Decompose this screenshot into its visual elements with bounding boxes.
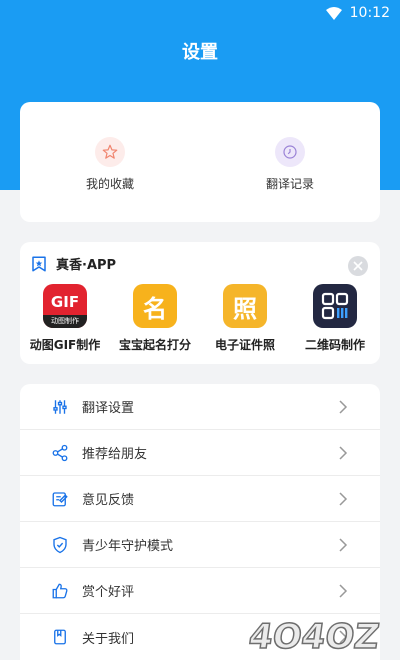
favorites-label: 我的收藏 [85, 176, 134, 191]
gif-maker-icon: GIF 动图制作 [43, 284, 87, 328]
id-photo-icon: 照 [223, 284, 267, 328]
sliders-icon [50, 397, 70, 417]
thumbs-up-icon [50, 581, 70, 601]
clock-icon [275, 136, 305, 167]
promo-card: 真香·APP GIF 动图制作 动图GIF制作 名 宝宝起名打分 照 电子证件照 [20, 242, 380, 364]
promo-title: 真香·APP [56, 258, 117, 273]
translation-history-button[interactable]: 翻译记录 [200, 102, 380, 222]
share-icon [50, 443, 70, 463]
promo-apps: GIF 动图制作 动图GIF制作 名 宝宝起名打分 照 电子证件照 二维码制作 [20, 284, 380, 353]
menu-label: 青少年守护模式 [82, 539, 174, 554]
menu-item-share[interactable]: 推荐给朋友 [20, 430, 380, 476]
menu-label: 意见反馈 [82, 493, 135, 508]
app-baby-name[interactable]: 名 宝宝起名打分 [110, 284, 200, 353]
chevron-right-icon [339, 491, 348, 506]
bookmark-star-icon [32, 256, 46, 271]
favorites-button[interactable]: 我的收藏 [20, 102, 200, 222]
shield-icon [50, 535, 70, 555]
app-label: 宝宝起名打分 [118, 338, 191, 352]
menu-item-translation-settings[interactable]: 翻译设置 [20, 384, 380, 430]
promo-close-button[interactable] [348, 256, 368, 276]
menu-label: 推荐给朋友 [82, 447, 148, 462]
chevron-right-icon [339, 537, 348, 552]
site-watermark: 4O4OZ [246, 616, 383, 656]
app-label: 二维码制作 [304, 338, 365, 352]
menu-label: 赏个好评 [82, 585, 135, 600]
star-icon [95, 136, 125, 167]
quick-actions-card: 我的收藏 翻译记录 [20, 102, 380, 222]
id-photo-badge-text: 照 [233, 294, 257, 323]
status-time: 10:12 [349, 5, 390, 21]
wifi-icon [325, 6, 342, 20]
close-icon [353, 261, 363, 271]
app-label: 电子证件照 [214, 338, 275, 352]
gif-sub-text: 动图制作 [43, 315, 87, 328]
app-qrcode[interactable]: 二维码制作 [290, 284, 380, 353]
menu-item-feedback[interactable]: 意见反馈 [20, 476, 380, 522]
menu-item-youth-mode[interactable]: 青少年守护模式 [20, 522, 380, 568]
edit-icon [50, 489, 70, 509]
gif-badge-text: GIF [50, 293, 80, 311]
promo-header: 真香·APP [30, 254, 116, 273]
about-icon [50, 627, 70, 647]
app-id-photo[interactable]: 照 电子证件照 [200, 284, 290, 353]
chevron-right-icon [339, 583, 348, 598]
chevron-right-icon [339, 445, 348, 460]
qrcode-icon [313, 284, 357, 328]
watermark-text: 4O4OZ [246, 617, 381, 656]
menu-label: 翻译设置 [82, 401, 135, 416]
chevron-right-icon [339, 399, 348, 414]
baby-name-icon: 名 [133, 284, 177, 328]
baby-name-badge-text: 名 [143, 294, 167, 323]
menu-item-rate[interactable]: 赏个好评 [20, 568, 380, 614]
app-gif-maker[interactable]: GIF 动图制作 动图GIF制作 [20, 284, 110, 353]
page-title: 设置 [182, 42, 218, 63]
translation-history-label: 翻译记录 [265, 176, 314, 191]
app-label: 动图GIF制作 [29, 338, 101, 352]
status-bar: 10:12 [0, 0, 400, 26]
